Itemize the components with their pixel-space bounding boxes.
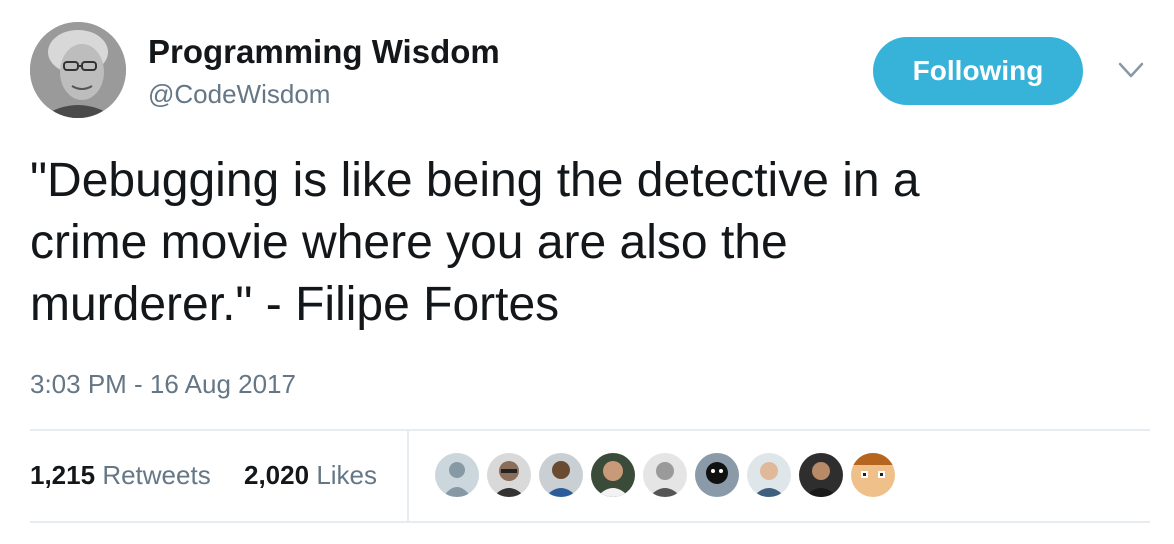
stats-separator — [407, 430, 409, 521]
likes-stat[interactable]: 2,020 Likes — [244, 458, 377, 492]
user-avatar-icon[interactable] — [745, 451, 793, 499]
profile-photo-graphic — [30, 22, 126, 118]
user-avatar-icon[interactable] — [485, 451, 533, 499]
likes-count: 2,020 — [244, 460, 310, 490]
following-button[interactable]: Following — [873, 37, 1083, 105]
account-handle[interactable]: @CodeWisdom — [148, 78, 500, 110]
pixel-face-avatar-icon[interactable] — [849, 451, 897, 499]
tweet-timestamp[interactable]: 3:03 PM - 16 Aug 2017 — [30, 367, 296, 401]
retweets-stat[interactable]: 1,215 Retweets — [30, 458, 211, 492]
user-avatar-icon[interactable] — [537, 451, 585, 499]
chevron-down-icon[interactable] — [1116, 58, 1146, 82]
tweet-text: "Debugging is like being the detective i… — [30, 154, 920, 331]
user-avatar-icon[interactable] — [589, 451, 637, 499]
user-avatar-icon[interactable] — [797, 451, 845, 499]
tweet-header: Programming Wisdom @CodeWisdom Following — [30, 22, 1150, 122]
display-name[interactable]: Programming Wisdom — [148, 32, 500, 72]
default-avatar-icon[interactable] — [433, 451, 481, 499]
divider — [30, 521, 1150, 523]
retweets-label: Retweets — [102, 460, 211, 490]
tweet-stats: 1,215 Retweets 2,020 Likes — [30, 430, 1150, 521]
user-avatar-icon[interactable] — [693, 451, 741, 499]
tweet-card: Programming Wisdom @CodeWisdom Following… — [0, 0, 1174, 544]
profile-photo-icon[interactable] — [30, 22, 126, 118]
account-names: Programming Wisdom @CodeWisdom — [148, 32, 500, 110]
retweets-count: 1,215 — [30, 460, 96, 490]
user-avatar-icon[interactable] — [641, 451, 689, 499]
likes-label: Likes — [316, 460, 378, 490]
